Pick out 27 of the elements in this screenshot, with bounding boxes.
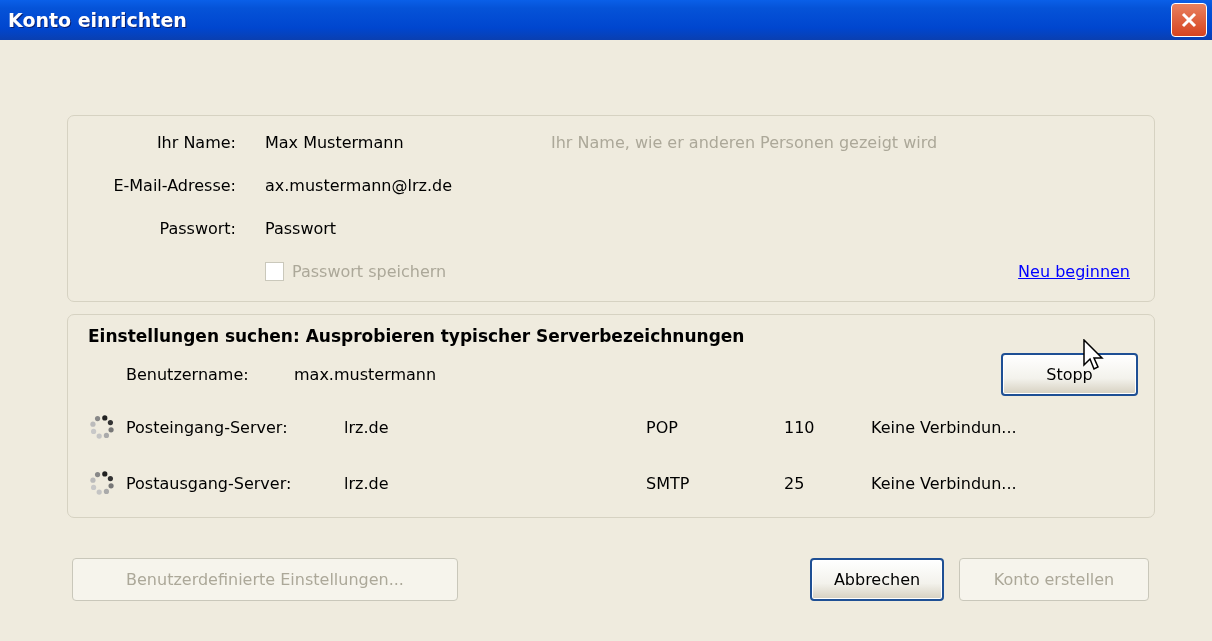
input-field[interactable]: Max Mustermann bbox=[265, 133, 505, 152]
username-label: Benutzername: bbox=[126, 364, 250, 384]
input-field[interactable]: ax.mustermann@lrz.de bbox=[265, 176, 505, 195]
input-field[interactable]: Passwort bbox=[265, 219, 505, 238]
checkbox-label: Passwort speichern bbox=[292, 262, 447, 281]
port-text: 25 bbox=[784, 473, 806, 493]
server-host: lrz.de bbox=[344, 417, 390, 437]
field-label: E-Mail-Adresse: bbox=[112, 176, 236, 195]
stop-button[interactable]: Stopp bbox=[1001, 352, 1138, 396]
status-text: Keine Verbindun... bbox=[871, 473, 1017, 493]
username-value: max.mustermann bbox=[294, 364, 438, 384]
section-heading: Einstellungen suchen: Ausprobieren typischer Serverbezeichnungen bbox=[87, 325, 746, 348]
status-text: Keine Verbindun... bbox=[871, 417, 1017, 437]
port-text: 110 bbox=[784, 417, 816, 437]
field-label: Ihr Name: bbox=[155, 133, 236, 152]
protocol-text: POP bbox=[646, 417, 679, 437]
window-title: Konto einrichten bbox=[8, 9, 187, 31]
cancel-button[interactable]: Abbrechen bbox=[810, 558, 944, 601]
close-icon bbox=[1180, 11, 1198, 29]
field-hint: Ihr Name, wie er anderen Personen gezeigt wird bbox=[550, 133, 939, 152]
field-label: Passwort: bbox=[158, 219, 236, 238]
server-label: Posteingang-Server: bbox=[126, 417, 289, 437]
close-button[interactable] bbox=[1171, 3, 1207, 37]
protocol-text: SMTP bbox=[646, 473, 691, 493]
restart-link[interactable]: Neu beginnen bbox=[1018, 262, 1154, 281]
server-host: lrz.de bbox=[344, 473, 390, 493]
server-label: Postausgang-Server: bbox=[126, 473, 293, 493]
